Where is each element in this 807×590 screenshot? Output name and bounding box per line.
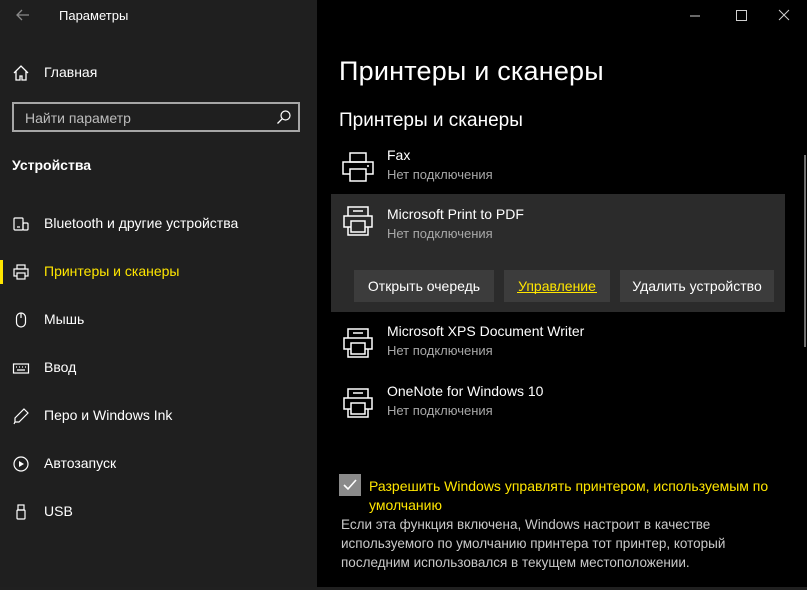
main-content: Принтеры и сканеры Принтеры и сканеры Fa… <box>317 0 807 590</box>
scrollbar[interactable] <box>804 155 806 347</box>
maximize-icon[interactable] <box>718 2 764 28</box>
printer-icon <box>341 386 375 420</box>
printer-item[interactable]: Microsoft XPS Document Writer Нет подклю… <box>331 320 785 378</box>
sidebar-item-input[interactable]: Ввод <box>0 350 317 386</box>
sidebar-item-label: USB <box>44 503 73 519</box>
sidebar-item-label: Bluetooth и другие устройства <box>44 215 239 231</box>
sidebar-item-label: Автозапуск <box>44 455 117 471</box>
default-printer-label[interactable]: Разрешить Windows управлять принтером, и… <box>369 477 789 515</box>
search-input[interactable] <box>14 104 277 132</box>
app-title: Параметры <box>59 8 129 23</box>
autoplay-icon <box>12 455 30 473</box>
printer-status: Нет подключения <box>387 167 493 182</box>
sidebar-item-label: Мышь <box>44 311 85 327</box>
search-box[interactable] <box>12 102 300 132</box>
printer-icon <box>341 204 375 238</box>
default-printer-checkbox[interactable] <box>339 474 361 496</box>
back-arrow-icon[interactable] <box>12 4 34 26</box>
open-queue-button[interactable]: Открыть очередь <box>354 270 494 302</box>
printer-status: Нет подключения <box>387 343 493 358</box>
default-printer-description: Если эта функция включена, Windows настр… <box>341 517 726 570</box>
sidebar-item-mouse[interactable]: Мышь <box>0 302 317 338</box>
printer-name: OneNote for Windows 10 <box>387 383 544 399</box>
printer-status: Нет подключения <box>387 403 493 418</box>
manage-button[interactable]: Управление <box>504 270 610 302</box>
printer-status: Нет подключения <box>387 226 493 241</box>
minimize-icon[interactable] <box>672 2 718 28</box>
mouse-icon <box>12 311 30 329</box>
nav-home[interactable]: Главная <box>0 56 317 90</box>
nav-home-label: Главная <box>44 64 98 80</box>
remove-device-button[interactable]: Удалить устройство <box>620 270 774 302</box>
keyboard-icon <box>12 359 30 377</box>
section-title: Принтеры и сканеры <box>339 110 523 131</box>
sidebar: Параметры Главная Устройства Bluetooth и… <box>0 0 317 590</box>
printer-name: Microsoft Print to PDF <box>387 206 524 222</box>
close-icon[interactable] <box>761 2 807 28</box>
sidebar-item-label: Ввод <box>44 359 77 375</box>
search-icon[interactable] <box>276 109 292 125</box>
pen-icon <box>12 407 30 425</box>
sidebar-item-bluetooth[interactable]: Bluetooth и другие устройства <box>0 206 317 242</box>
sidebar-item-label: Принтеры и сканеры <box>44 263 180 279</box>
sidebar-section-title: Устройства <box>12 157 92 173</box>
active-indicator <box>0 260 3 284</box>
printer-icon <box>12 263 30 281</box>
sidebar-item-autoplay[interactable]: Автозапуск <box>0 446 317 482</box>
printer-icon <box>341 326 375 360</box>
printer-item[interactable]: OneNote for Windows 10 Нет подключения <box>331 380 785 438</box>
sidebar-item-label: Перо и Windows Ink <box>44 407 173 423</box>
fax-icon <box>341 150 375 184</box>
sidebar-item-pen[interactable]: Перо и Windows Ink <box>0 398 317 434</box>
printer-name: Microsoft XPS Document Writer <box>387 323 585 339</box>
bluetooth-devices-icon <box>12 215 30 233</box>
focus-underline <box>517 292 597 293</box>
printer-name: Fax <box>387 147 411 163</box>
usb-icon <box>12 503 30 521</box>
page-title: Принтеры и сканеры <box>339 56 604 86</box>
sidebar-item-usb[interactable]: USB <box>0 494 317 530</box>
sidebar-item-printers[interactable]: Принтеры и сканеры <box>0 254 317 290</box>
home-icon <box>12 64 30 82</box>
